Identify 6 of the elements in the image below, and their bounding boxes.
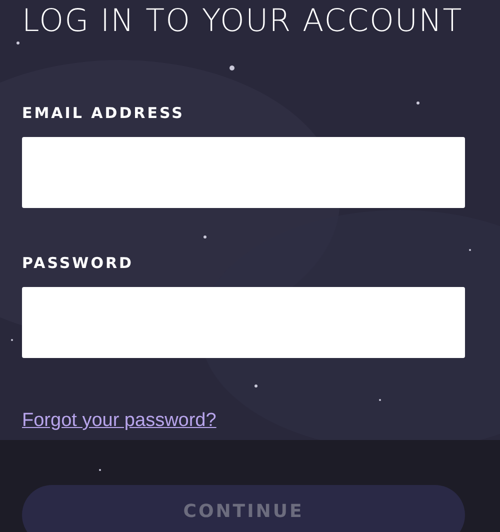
forgot-password-link[interactable]: Forgot your password? bbox=[22, 410, 216, 432]
field-label: EMAIL ADDRESS bbox=[22, 104, 184, 122]
field-label: PASSWORD bbox=[22, 254, 134, 272]
page-title: LOG IN TO YOUR ACCOUNT bbox=[22, 2, 463, 40]
input-field[interactable] bbox=[22, 137, 465, 208]
input-field[interactable] bbox=[22, 287, 465, 358]
